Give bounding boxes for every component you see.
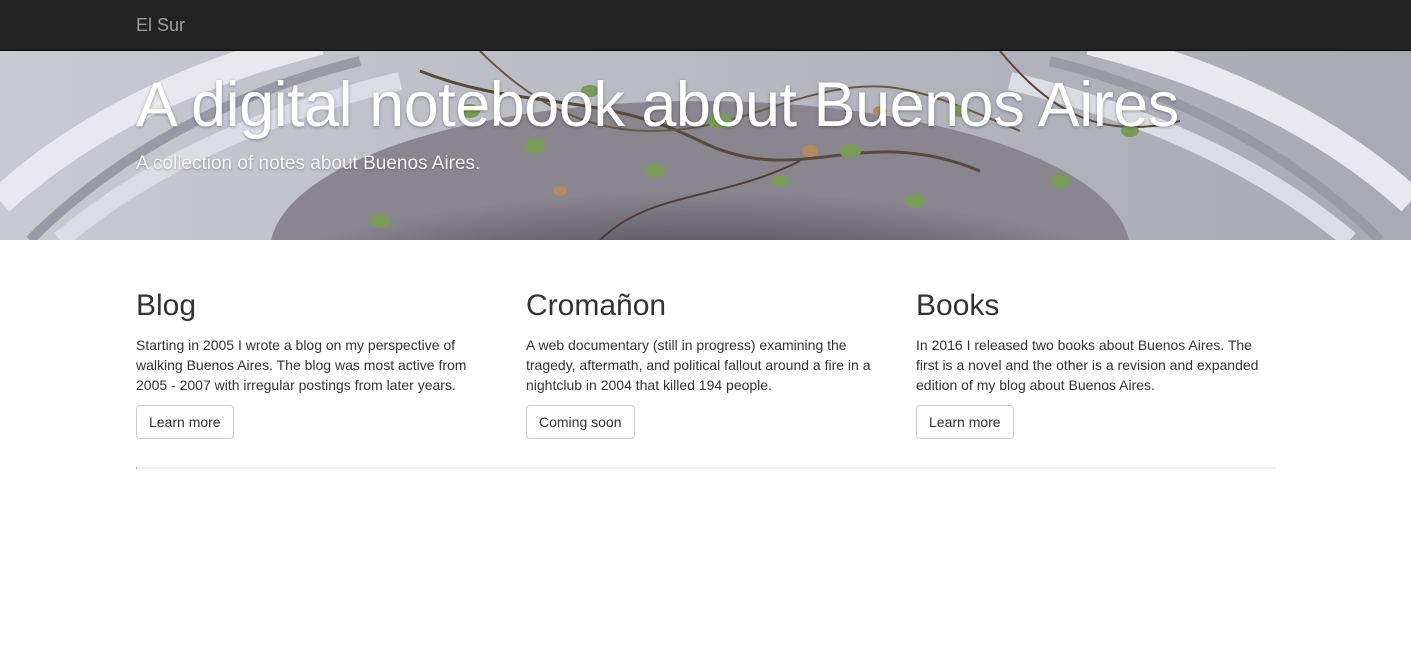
hero-title: A digital notebook about Buenos Aires	[136, 70, 1179, 140]
cromanon-column: Cromañon A web documentary (still in pro…	[526, 288, 886, 439]
blog-column: Blog Starting in 2005 I wrote a blog on …	[136, 288, 496, 439]
blog-description: Starting in 2005 I wrote a blog on my pe…	[136, 337, 467, 393]
hero-jumbotron: A digital notebook about Buenos Aires A …	[0, 51, 1411, 240]
blog-heading: Blog	[136, 289, 197, 322]
section-divider	[136, 467, 1276, 469]
books-learn-more-button[interactable]: Learn more	[916, 405, 1014, 439]
blog-learn-more-button[interactable]: Learn more	[136, 405, 234, 439]
hero-subtitle: A collection of notes about Buenos Aires…	[136, 153, 481, 174]
cromanon-coming-soon-button[interactable]: Coming soon	[526, 405, 635, 439]
books-heading: Books	[916, 289, 1000, 322]
books-column: Books In 2016 I released two books about…	[916, 288, 1276, 439]
cromanon-heading: Cromañon	[526, 289, 667, 322]
brand-link[interactable]: El Sur	[136, 15, 185, 35]
books-description: In 2016 I released two books about Bueno…	[916, 337, 1259, 393]
cromanon-description: A web documentary (still in progress) ex…	[526, 337, 871, 393]
top-navbar: El Sur	[0, 0, 1411, 51]
